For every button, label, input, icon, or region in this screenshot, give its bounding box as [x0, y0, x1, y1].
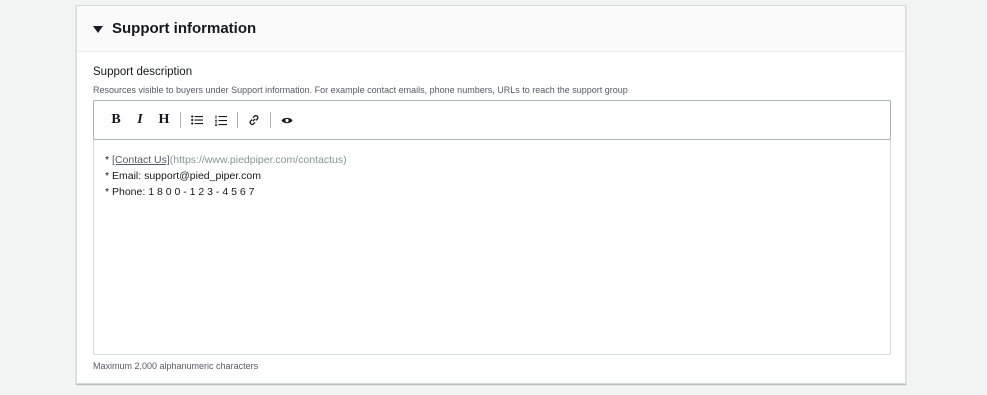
section-header[interactable]: Support information: [77, 6, 905, 52]
bulleted-list-icon: [191, 115, 203, 125]
content-line: * Email: support@pied_piper.com: [105, 170, 261, 182]
support-information-panel: Support information Support description …: [76, 5, 906, 384]
field-description: Resources visible to buyers under Suppor…: [93, 85, 628, 95]
section-title: Support information: [112, 20, 257, 37]
preview-button[interactable]: [275, 108, 299, 132]
italic-button[interactable]: I: [128, 108, 152, 132]
caret-down-icon[interactable]: [93, 25, 103, 33]
numbered-list-button[interactable]: [209, 108, 233, 132]
bulleted-list-button[interactable]: [185, 108, 209, 132]
bold-button[interactable]: B: [104, 108, 128, 132]
eye-icon: [281, 117, 293, 123]
content-line: * Phone: 1 8 0 0 - 1 2 3 - 4 5 6 7: [105, 186, 255, 198]
bullet-prefix: *: [105, 154, 113, 166]
field-label: Support description: [93, 66, 193, 78]
toolbar-divider: [270, 112, 271, 128]
content-line: * [Contact Us](https://www.piedpiper.com…: [105, 152, 879, 168]
editor-content[interactable]: * [Contact Us](https://www.piedpiper.com…: [94, 140, 890, 212]
link-button[interactable]: [242, 108, 266, 132]
heading-button[interactable]: H: [152, 108, 176, 132]
contact-us-url: (https://www.piedpiper.com/contactus): [169, 154, 347, 166]
toolbar-divider: [237, 112, 238, 128]
editor-toolbar: B I H: [93, 100, 891, 140]
character-limit-note: Maximum 2,000 alphanumeric characters: [93, 361, 259, 371]
link-icon: [249, 114, 259, 126]
toolbar-divider: [180, 112, 181, 128]
markdown-editor[interactable]: B I H * [Contact Us](https://www.piedpip…: [93, 100, 891, 355]
numbered-list-icon: [215, 115, 227, 126]
contact-us-link-text: [Contact Us]: [112, 154, 170, 166]
